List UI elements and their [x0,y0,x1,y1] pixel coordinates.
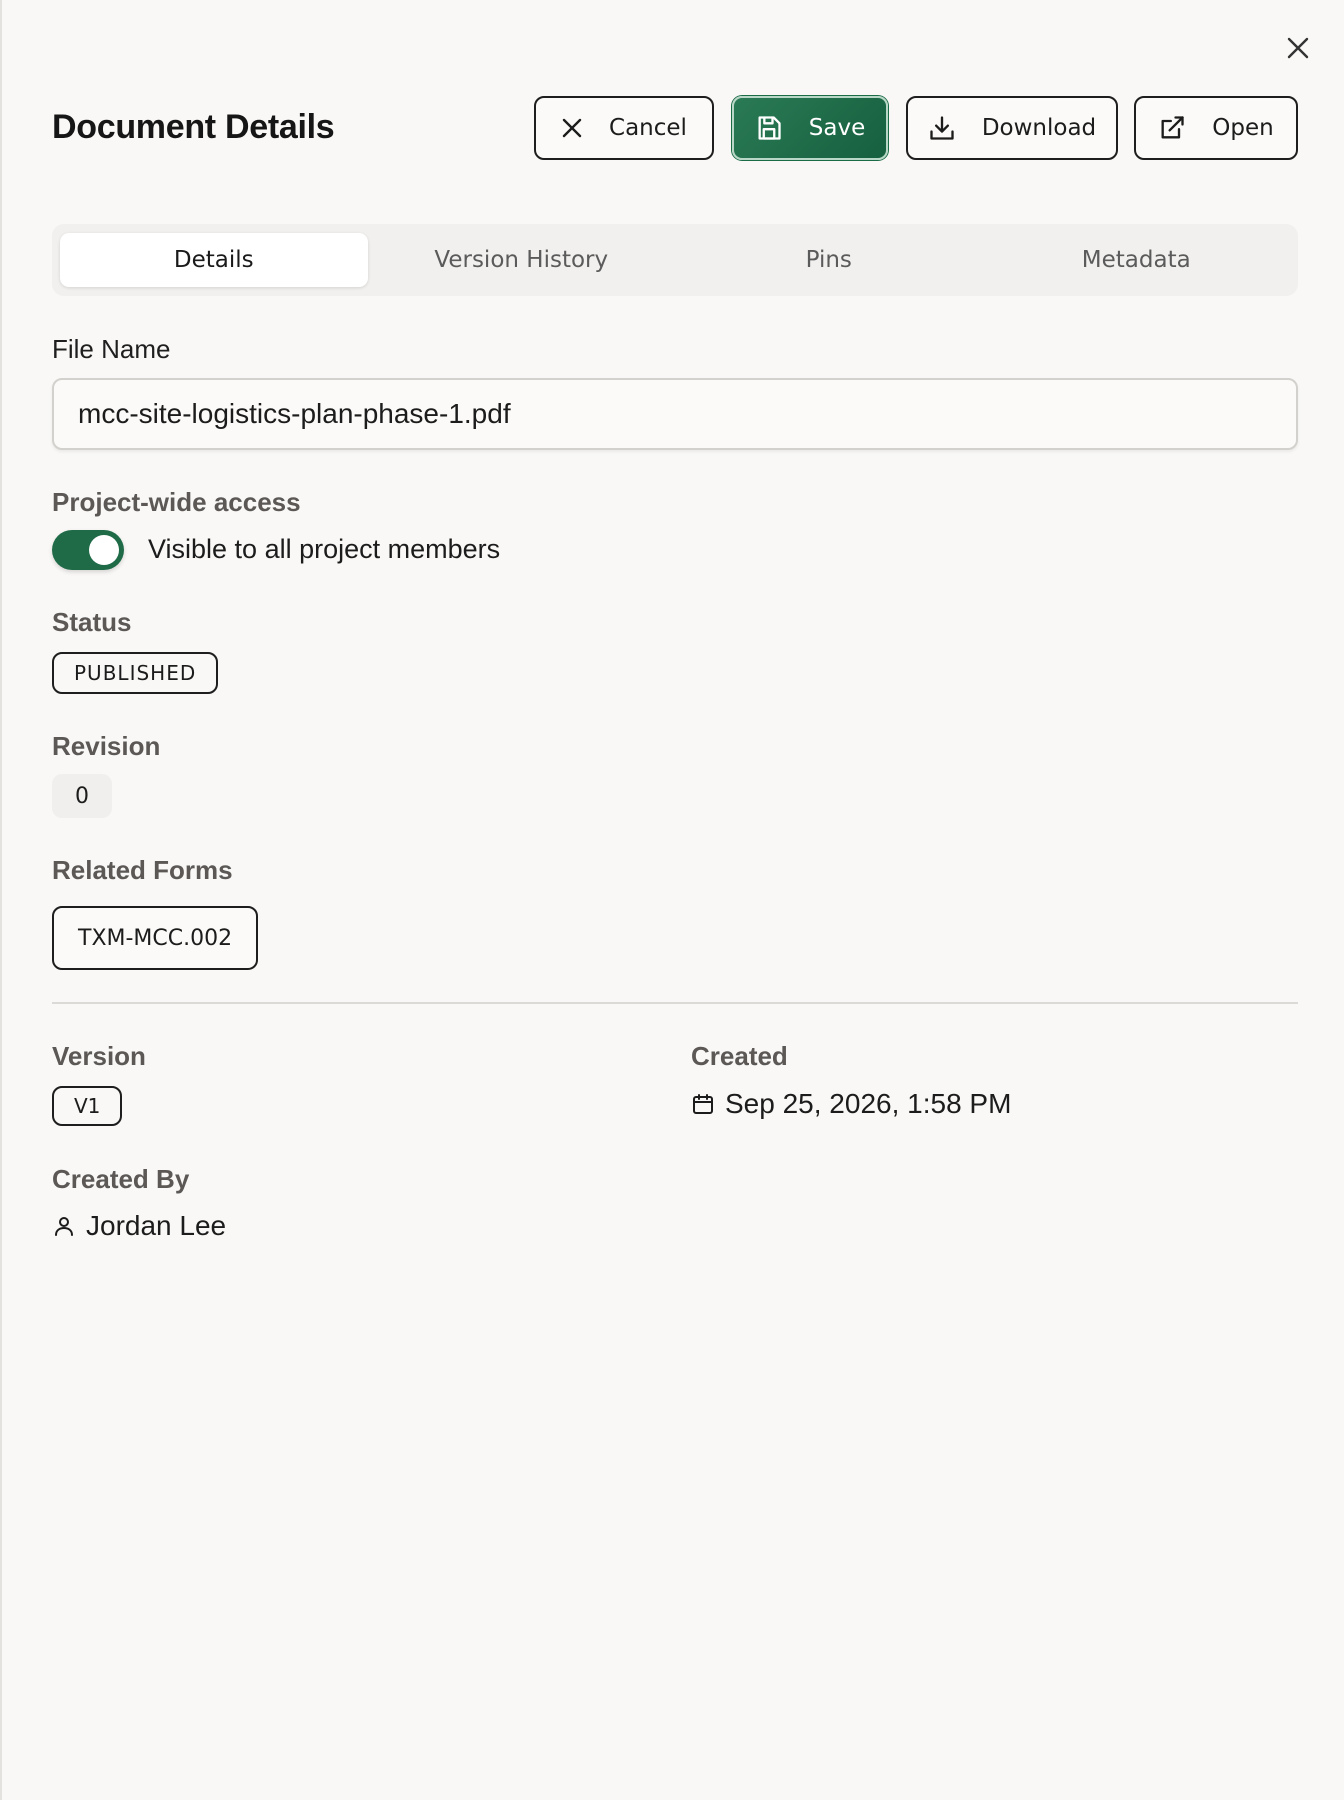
open-button-label: Open [1212,115,1274,141]
revision-value: 0 [52,774,112,818]
document-details-panel: Document Details Cancel Save Download Op… [0,0,1344,1800]
status-label: Status [52,607,132,637]
created-value: Sep 25, 2026, 1:58 PM [725,1088,1012,1119]
version-label: Version [52,1041,146,1071]
project-access-toggle[interactable] [52,530,124,570]
toggle-knob [89,535,119,565]
access-label: Project-wide access [52,487,301,517]
revision-label: Revision [52,731,161,761]
divider [52,1002,1298,1004]
save-button-label: Save [808,115,866,141]
external-link-icon [1161,116,1184,139]
close-button[interactable] [1282,32,1314,64]
file-name-label: File Name [52,334,171,364]
related-form-chip[interactable]: TXM-MCC.002 [52,906,259,970]
page-title: Document Details [52,108,335,146]
cancel-button[interactable]: Cancel [534,96,714,160]
user-icon [55,1217,73,1236]
close-icon [562,118,582,138]
created-by-row: Jordan Lee [52,1210,226,1242]
download-icon [930,116,954,140]
version-badge: V1 [52,1086,123,1126]
tab-version-history[interactable]: Version History [368,233,676,287]
tab-details[interactable]: Details [60,233,368,287]
tab-pins[interactable]: Pins [675,233,983,287]
created-by-value: Jordan Lee [86,1210,227,1241]
save-icon [758,116,781,140]
related-forms-label: Related Forms [52,855,233,885]
created-by-label: Created By [52,1164,190,1194]
cancel-button-label: Cancel [609,115,687,141]
created-row: Sep 25, 2026, 1:58 PM [691,1088,1011,1120]
file-name-input[interactable] [52,378,1298,450]
download-button-label: Download [981,115,1097,141]
close-icon [1287,37,1309,59]
created-label: Created [691,1041,788,1071]
calendar-icon [693,1094,713,1114]
status-badge: PUBLISHED [52,652,219,694]
download-button[interactable]: Download [906,96,1118,160]
open-button[interactable]: Open [1134,96,1298,160]
save-button[interactable]: Save [732,96,888,160]
tab-metadata[interactable]: Metadata [983,233,1291,287]
tab-bar: Details Version History Pins Metadata [52,224,1298,296]
access-toggle-text: Visible to all project members [148,534,501,564]
